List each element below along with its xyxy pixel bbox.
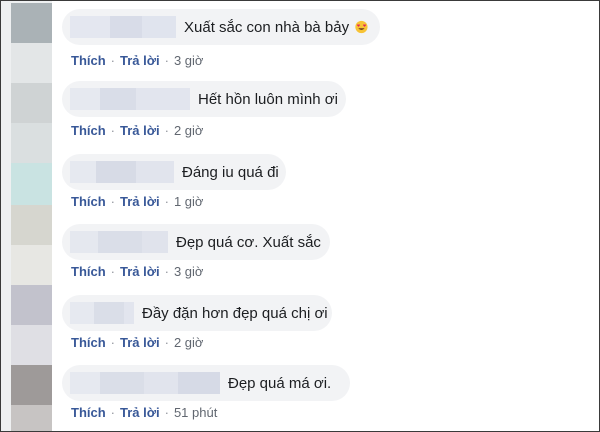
separator-dot: · bbox=[164, 335, 169, 350]
blurred-username[interactable] bbox=[70, 161, 174, 183]
comment-actions: Thích · Trả lời · 3 giờ bbox=[71, 264, 203, 279]
comment-bubble: Đẹp quá cơ. Xuất sắc bbox=[62, 224, 330, 260]
separator-dot: · bbox=[110, 335, 116, 350]
separator-dot: · bbox=[110, 194, 116, 209]
separator-dot: · bbox=[164, 123, 169, 138]
reply-link[interactable]: Trả lời bbox=[120, 194, 160, 209]
reply-link[interactable]: Trả lời bbox=[120, 405, 160, 420]
reply-link[interactable]: Trả lời bbox=[120, 53, 160, 68]
like-link[interactable]: Thích bbox=[71, 123, 106, 138]
blurred-username[interactable] bbox=[70, 16, 176, 38]
comment-bubble: Hết hồn luôn mình ơi bbox=[62, 81, 346, 117]
separator-dot: · bbox=[164, 264, 169, 279]
like-link[interactable]: Thích bbox=[71, 405, 106, 420]
comment-actions: Thích · Trả lời · 3 giờ bbox=[71, 53, 203, 68]
comment-bubble: Xuất sắc con nhà bà bảy bbox=[62, 9, 380, 45]
like-link[interactable]: Thích bbox=[71, 194, 106, 209]
separator-dot: · bbox=[110, 264, 116, 279]
comment-item: Đẹp quá cơ. Xuất sắc Thích · Trả lời · 3… bbox=[1, 224, 599, 294]
comment-text: Đẹp quá má ơi. bbox=[228, 374, 332, 392]
separator-dot: · bbox=[110, 405, 116, 420]
reply-link[interactable]: Trả lời bbox=[120, 264, 160, 279]
comment-actions: Thích · Trả lời · 2 giờ bbox=[71, 123, 203, 138]
like-link[interactable]: Thích bbox=[71, 53, 106, 68]
blurred-username[interactable] bbox=[70, 231, 168, 253]
like-link[interactable]: Thích bbox=[71, 335, 106, 350]
comment-thread: Xuất sắc con nhà bà bảy Thích · Trả lời … bbox=[0, 0, 600, 432]
comment-item: Hết hồn luôn mình ơi Thích · Trả lời · 2… bbox=[1, 81, 599, 151]
comment-actions: Thích · Trả lời · 2 giờ bbox=[71, 335, 203, 350]
blurred-username[interactable] bbox=[70, 302, 134, 324]
blurred-username[interactable] bbox=[70, 88, 190, 110]
comment-actions: Thích · Trả lời · 51 phút bbox=[71, 405, 217, 420]
separator-dot: · bbox=[110, 123, 116, 138]
comment-bubble: Đầy đặn hơn đẹp quá chị ơi bbox=[62, 295, 332, 331]
comment-timestamp[interactable]: 2 giờ bbox=[174, 335, 204, 350]
comment-timestamp[interactable]: 3 giờ bbox=[174, 264, 204, 279]
comment-bubble: Đáng iu quá đi bbox=[62, 154, 286, 190]
separator-dot: · bbox=[164, 53, 169, 68]
comment-text: Xuất sắc con nhà bà bảy bbox=[184, 18, 350, 36]
reply-link[interactable]: Trả lời bbox=[120, 335, 160, 350]
comment-bubble: Đẹp quá má ơi. bbox=[62, 365, 350, 401]
heart-eyes-emoji-icon bbox=[355, 20, 368, 34]
comment-item: Đáng iu quá đi Thích · Trả lời · 1 giờ bbox=[1, 154, 599, 224]
separator-dot: · bbox=[110, 53, 116, 68]
comment-item: Xuất sắc con nhà bà bảy Thích · Trả lời … bbox=[1, 9, 599, 79]
comment-actions: Thích · Trả lời · 1 giờ bbox=[71, 194, 203, 209]
comment-text: Đầy đặn hơn đẹp quá chị ơi bbox=[142, 304, 328, 322]
like-link[interactable]: Thích bbox=[71, 264, 106, 279]
comment-timestamp[interactable]: 1 giờ bbox=[174, 194, 204, 209]
comment-item: Đầy đặn hơn đẹp quá chị ơi Thích · Trả l… bbox=[1, 295, 599, 365]
blurred-username[interactable] bbox=[70, 372, 220, 394]
comment-timestamp[interactable]: 3 giờ bbox=[174, 53, 204, 68]
comment-text: Đáng iu quá đi bbox=[182, 163, 279, 181]
separator-dot: · bbox=[164, 194, 169, 209]
reply-link[interactable]: Trả lời bbox=[120, 123, 160, 138]
separator-dot: · bbox=[164, 405, 169, 420]
comment-timestamp[interactable]: 2 giờ bbox=[174, 123, 204, 138]
comment-text: Đẹp quá cơ. Xuất sắc bbox=[176, 233, 321, 251]
comment-text: Hết hồn luôn mình ơi bbox=[198, 90, 338, 108]
comment-timestamp[interactable]: 51 phút bbox=[174, 405, 217, 420]
comment-item: Đẹp quá má ơi. Thích · Trả lời · 51 phút bbox=[1, 365, 599, 431]
